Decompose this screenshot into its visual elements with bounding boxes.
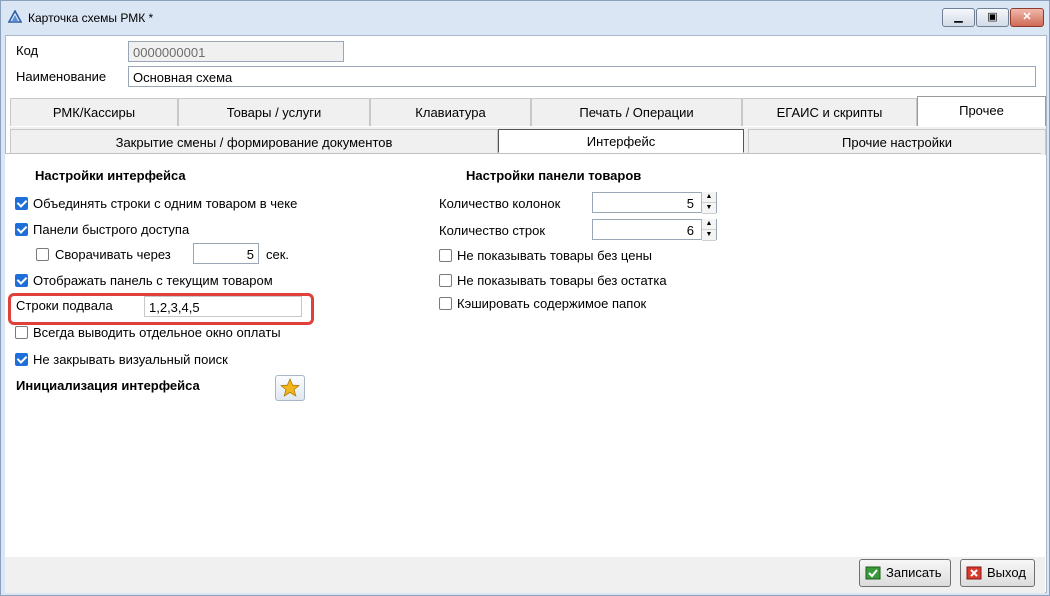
- collapse-seconds-input[interactable]: 5: [193, 243, 259, 264]
- collapse-after-checkbox[interactable]: [36, 248, 49, 261]
- title-bar[interactable]: Карточка схемы РМК * ▁ ▣ ✕: [1, 1, 1049, 35]
- exit-icon: [966, 566, 982, 580]
- spin-down-icon[interactable]: ▼: [702, 230, 716, 241]
- tab-rmk-cashiers[interactable]: РМК/Кассиры: [10, 98, 178, 126]
- cache-folders-label: Кэшировать содержимое папок: [457, 296, 647, 311]
- keep-visual-search-label: Не закрывать визуальный поиск: [33, 352, 228, 367]
- init-interface-label: Инициализация интерфейса: [16, 378, 200, 393]
- maximize-button[interactable]: ▣: [976, 8, 1009, 27]
- separate-payment-checkbox[interactable]: [15, 326, 28, 339]
- tab-print-operations[interactable]: Печать / Операции: [531, 98, 742, 126]
- product-panel-heading: Настройки панели товаров: [466, 168, 642, 183]
- tab-keyboard[interactable]: Клавиатура: [370, 98, 531, 126]
- minimize-icon: ▁: [954, 11, 963, 23]
- footer-rows-label: Строки подвала: [16, 298, 113, 313]
- footer-rows-input[interactable]: 1,2,3,4,5: [144, 296, 302, 317]
- app-logo-icon: [8, 10, 22, 23]
- merge-rows-label: Объединять строки с одним товаром в чеке: [33, 196, 298, 211]
- tab-goods-services[interactable]: Товары / услуги: [178, 98, 370, 126]
- spin-down-icon[interactable]: ▼: [702, 203, 716, 214]
- code-label: Код: [16, 43, 39, 58]
- save-icon: [865, 566, 881, 580]
- tab-other-settings[interactable]: Прочие настройки: [748, 129, 1046, 155]
- rows-label: Количество строк: [439, 223, 546, 238]
- window-title: Карточка схемы РМК *: [28, 11, 154, 25]
- close-button[interactable]: ✕: [1010, 8, 1044, 27]
- keep-visual-search-checkbox[interactable]: [15, 353, 28, 366]
- current-item-panel-checkbox[interactable]: [15, 274, 28, 287]
- interface-settings-heading: Настройки интерфейса: [35, 168, 186, 183]
- exit-label: Выход: [987, 565, 1026, 580]
- spin-up-icon[interactable]: ▲: [702, 219, 716, 230]
- code-field: 0000000001: [128, 41, 344, 62]
- collapse-after-label: Сворачивать через: [55, 247, 171, 262]
- hide-no-price-checkbox[interactable]: [439, 249, 452, 262]
- columns-spinner[interactable]: ▲ ▼: [701, 192, 716, 214]
- main-tabs: РМК/Кассиры Товары / услуги Клавиатура П…: [10, 96, 1046, 126]
- merge-rows-checkbox[interactable]: [15, 197, 28, 210]
- tab-other[interactable]: Прочее: [917, 96, 1046, 126]
- tab-shift-closing[interactable]: Закрытие смены / формирование документов: [10, 129, 498, 155]
- columns-label: Количество колонок: [439, 196, 561, 211]
- hide-no-stock-label: Не показывать товары без остатка: [457, 273, 667, 288]
- save-button[interactable]: Записать: [859, 559, 951, 587]
- close-icon: ✕: [1022, 11, 1032, 23]
- exit-button[interactable]: Выход: [960, 559, 1035, 587]
- tab-egais-scripts[interactable]: ЕГАИС и скрипты: [742, 98, 917, 126]
- quick-panels-checkbox[interactable]: [15, 223, 28, 236]
- name-label: Наименование: [16, 69, 107, 84]
- sub-tabs: Закрытие смены / формирование документов…: [10, 127, 1046, 155]
- collapse-seconds-unit: сек.: [266, 247, 290, 262]
- spin-up-icon[interactable]: ▲: [702, 192, 716, 203]
- save-label: Записать: [886, 565, 942, 580]
- rows-input[interactable]: 6: [592, 219, 717, 240]
- hide-no-stock-checkbox[interactable]: [439, 274, 452, 287]
- hide-no-price-label: Не показывать товары без цены: [457, 248, 652, 263]
- minimize-button[interactable]: ▁: [942, 8, 975, 27]
- rows-spinner[interactable]: ▲ ▼: [701, 219, 716, 241]
- name-field[interactable]: Основная схема: [128, 66, 1036, 87]
- maximize-icon: ▣: [987, 11, 998, 23]
- star-icon: [279, 377, 301, 397]
- cache-folders-checkbox[interactable]: [439, 297, 452, 310]
- init-interface-button[interactable]: [275, 375, 305, 401]
- columns-input[interactable]: 5: [592, 192, 717, 213]
- current-item-panel-label: Отображать панель с текущим товаром: [33, 273, 273, 288]
- quick-panels-label: Панели быстрого доступа: [33, 222, 190, 237]
- card-window: Карточка схемы РМК * ▁ ▣ ✕ Код 000000000…: [0, 0, 1050, 596]
- tab-interface[interactable]: Интерфейс: [498, 129, 744, 153]
- separate-payment-label: Всегда выводить отдельное окно оплаты: [33, 325, 281, 340]
